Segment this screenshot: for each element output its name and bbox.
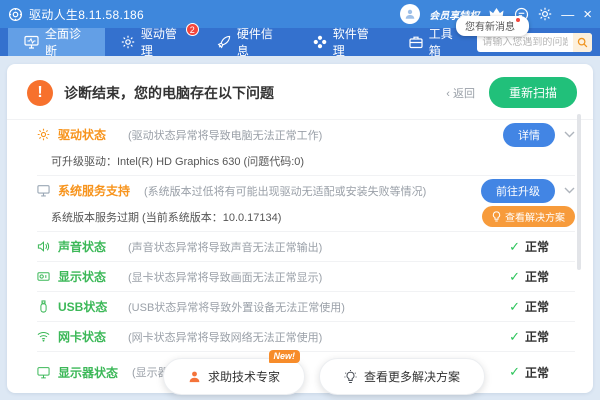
driver-update-count-badge: 2 [186,23,199,36]
status-badge: ✓ 正常 [509,238,575,255]
search-icon[interactable] [573,33,592,52]
search-input[interactable] [477,37,573,48]
sound-status-group: 声音状态 (声音状态异常将导致声音无法正常输出) ✓ 正常 [37,232,575,262]
gear-icon [37,128,52,141]
check-icon: ✓ [509,299,520,315]
table-row: 网卡状态 (网卡状态异常将导致网络无法正常使用) ✓ 正常 [37,322,575,351]
diagnosis-row-list: 驱动状态 (驱动状态异常将导致电脑无法正常工作) 详情 可升级驱动：Intel(… [7,120,593,392]
row-label: USB状态 [58,298,128,315]
row-description: (USB状态异常将导致外置设备无法正常使用) [128,299,509,315]
notification-dot [516,18,520,22]
toolbox-icon [409,35,423,49]
monitor-icon [37,184,52,197]
floating-action-bar: 求助技术专家 New! 查看更多解决方案 [163,358,485,395]
monitor-icon [37,366,52,379]
app-title: 驱动人生8.11.58.186 [29,6,144,23]
status-badge: ✓ 正常 [509,298,575,315]
system-service-group: 系统服务支持 (系统版本过低将有可能出现驱动无适配或安装失败等情况) 前往升级 … [37,176,575,232]
usb-icon [37,300,52,313]
status-badge: ✓ 正常 [509,268,575,285]
app-logo-icon [8,7,23,22]
driver-upgrade-detail: 可升级驱动：Intel(R) HD Graphics 630 (问题代码:0) [37,149,575,175]
new-message-tooltip: 您有新消息 [456,16,529,36]
back-arrow-icon: ‹ [446,88,450,100]
chevron-down-icon[interactable] [564,131,575,138]
speaker-icon [37,240,52,253]
system-version-detail: 系统版本服务过期 (当前系统版本：10.0.17134) 查看解决方案 [37,205,575,231]
network-status-group: 网卡状态 (网卡状态异常将导致网络无法正常使用) ✓ 正常 [37,322,575,352]
user-avatar[interactable] [400,4,420,24]
status-badge: ✓ 正常 [509,364,575,381]
table-row: 系统服务支持 (系统版本过低将有可能出现驱动无适配或安装失败等情况) 前往升级 [37,176,575,205]
row-label: 系统服务支持 [58,182,130,199]
tab-full-diagnosis[interactable]: 全面诊断 [8,28,105,56]
diagnosis-monitor-icon [24,35,39,49]
go-upgrade-button[interactable]: 前往升级 [481,179,555,203]
details-button[interactable]: 详情 [503,123,555,147]
display-status-group: 显示状态 (显卡状态异常将导致画面无法正常显示) ✓ 正常 [37,262,575,292]
bulb-icon [492,211,501,222]
ask-expert-button[interactable]: 求助技术专家 New! [163,358,305,395]
row-label: 声音状态 [58,238,128,255]
tab-software-management[interactable]: 软件管理 [297,28,393,56]
row-label: 网卡状态 [58,328,128,345]
main-content: ! 诊断结束，您的电脑存在以下问题 ‹ 返回 重新扫描 驱动状态 (驱动状态异常… [0,56,600,400]
status-badge: ✓ 正常 [509,328,575,345]
rocket-icon [217,35,231,49]
row-description: (显卡状态异常将导致画面无法正常显示) [128,269,509,285]
row-description: (网卡状态异常将导致网络无法正常使用) [128,329,509,345]
row-description: (声音状态异常将导致声音无法正常输出) [128,239,509,255]
usb-status-group: USB状态 (USB状态异常将导致外置设备无法正常使用) ✓ 正常 [37,292,575,322]
table-row: 声音状态 (声音状态异常将导致声音无法正常输出) ✓ 正常 [37,232,575,261]
table-row: 显示状态 (显卡状态异常将导致画面无法正常显示) ✓ 正常 [37,262,575,291]
tab-driver-management[interactable]: 驱动管理 2 [105,28,201,56]
diagnosis-result-title: 诊断结束，您的电脑存在以下问题 [64,83,274,103]
chevron-down-icon[interactable] [564,187,575,194]
warning-icon: ! [27,80,53,106]
minimize-button[interactable]: — [561,8,574,21]
driver-gear-icon [121,35,135,49]
clover-icon [313,35,327,49]
new-badge: New! [269,350,301,363]
settings-gear-icon[interactable] [538,7,552,21]
more-solutions-button[interactable]: 查看更多解决方案 [319,358,485,395]
check-icon: ✓ [509,269,520,285]
driver-status-group: 驱动状态 (驱动状态异常将导致电脑无法正常工作) 详情 可升级驱动：Intel(… [37,120,575,176]
scrollbar[interactable] [577,114,581,270]
diagnosis-card: ! 诊断结束，您的电脑存在以下问题 ‹ 返回 重新扫描 驱动状态 (驱动状态异常… [7,64,593,393]
view-solution-button[interactable]: 查看解决方案 [482,206,575,227]
check-icon: ✓ [509,364,520,380]
check-icon: ✓ [509,329,520,345]
rescan-button[interactable]: 重新扫描 [489,77,577,108]
graphics-card-icon [37,270,52,283]
table-row: 驱动状态 (驱动状态异常将导致电脑无法正常工作) 详情 [37,120,575,149]
back-link[interactable]: ‹ 返回 [446,85,475,101]
row-label: 驱动状态 [58,126,128,143]
wifi-icon [37,330,52,343]
close-button[interactable]: × [583,7,592,22]
table-row: USB状态 (USB状态异常将导致外置设备无法正常使用) ✓ 正常 [37,292,575,321]
check-icon: ✓ [509,239,520,255]
row-description: (驱动状态异常将导致电脑无法正常工作) [128,127,495,143]
row-description: (系统版本过低将有可能出现驱动无适配或安装失败等情况) [144,183,473,199]
row-label: 显示状态 [58,268,128,285]
bulb-icon [344,370,357,384]
tab-hardware-info[interactable]: 硬件信息 [201,28,297,56]
person-icon [188,370,201,383]
row-label: 显示器状态 [58,364,118,381]
diagnosis-header: ! 诊断结束，您的电脑存在以下问题 ‹ 返回 重新扫描 [7,64,593,120]
